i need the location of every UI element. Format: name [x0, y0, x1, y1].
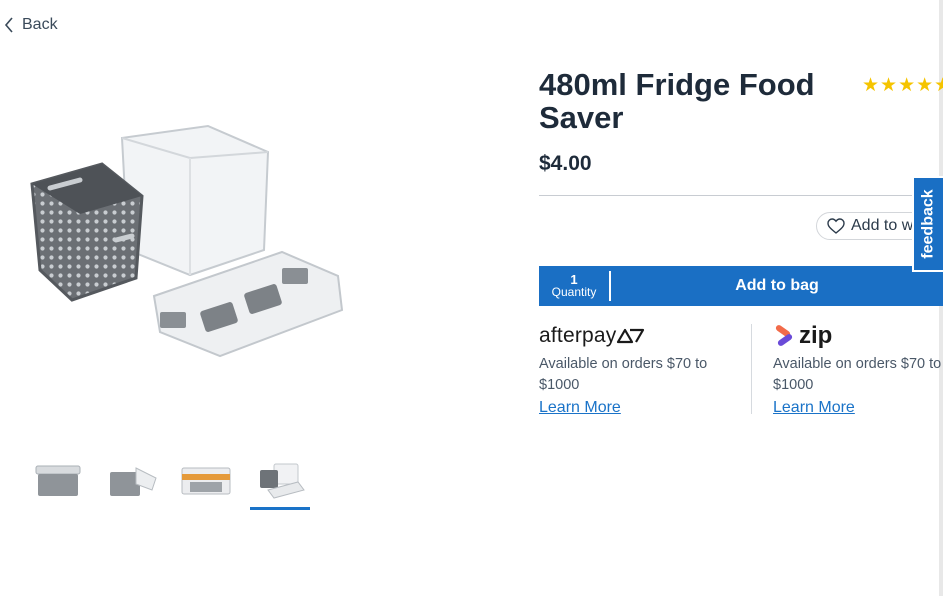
back-label: Back [22, 16, 58, 33]
zip-learn-more-link[interactable]: Learn More [773, 399, 855, 417]
zip-logo: zip [773, 322, 943, 350]
rating-stars: ★★★★★ [862, 75, 943, 96]
feedback-tab[interactable]: feedback [912, 176, 943, 272]
afterpay-learn-more-link[interactable]: Learn More [539, 399, 621, 417]
afterpay-logo: afterpay [539, 322, 719, 350]
chevron-left-icon [4, 17, 13, 33]
heart-icon [827, 218, 845, 234]
add-to-bag-button[interactable]: Add to bag [611, 277, 943, 295]
back-button[interactable]: Back [4, 16, 58, 34]
add-to-bag-bar: 1 Quantity Add to bag [539, 266, 943, 306]
afterpay-arrows-icon [617, 328, 645, 344]
quantity-label: Quantity [551, 285, 597, 299]
afterpay-logo-text: afterpay [539, 324, 617, 347]
thumbnail-3[interactable] [176, 452, 236, 508]
zip-logo-text: zip [799, 322, 833, 349]
afterpay-info: Available on orders $70 to $1000 [539, 356, 708, 393]
afterpay-section: afterpay Available on orders $70 to $100… [539, 322, 719, 417]
quantity-selector[interactable]: 1 Quantity [539, 273, 609, 299]
product-title: 480ml Fridge Food Saver [539, 67, 815, 135]
divider [539, 195, 943, 196]
feedback-label: feedback [919, 189, 937, 259]
thumbnail-strip [28, 452, 324, 510]
thumbnail-2[interactable] [102, 452, 162, 508]
product-price: $4.00 [539, 152, 592, 175]
thumbnail-image [260, 463, 305, 499]
zip-logo-icon [775, 325, 793, 346]
thumbnail-image [110, 467, 157, 496]
product-main-image [30, 124, 344, 358]
payment-divider [751, 324, 752, 414]
thumbnail-1[interactable] [28, 452, 88, 508]
zip-section: zip Available on orders $70 to $1000 Lea… [773, 322, 943, 417]
thumbnail-image [35, 465, 81, 496]
zip-info: Available on orders $70 to $1000 [773, 356, 942, 393]
thumbnail-image [181, 467, 231, 495]
thumbnail-4[interactable] [250, 452, 310, 510]
